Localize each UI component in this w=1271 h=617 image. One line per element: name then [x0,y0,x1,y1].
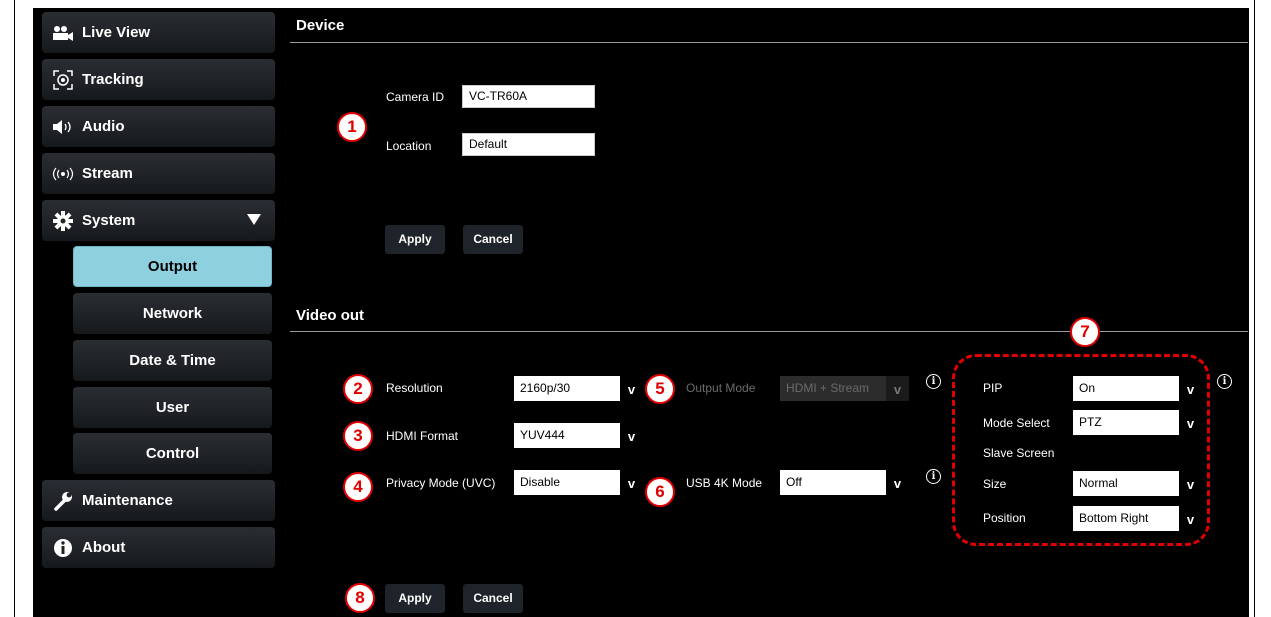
callout-marker-5: 5 [645,374,675,404]
stream-icon [52,164,74,184]
usb-4k-mode-label: USB 4K Mode [686,476,763,490]
sidebar-item-audio[interactable]: Audio [42,106,275,147]
device-cancel-button[interactable]: Cancel [463,225,523,254]
pip-info-icon[interactable]: i [1217,374,1232,389]
sidebar-subitem-network[interactable]: Network [73,293,272,334]
hdmi-format-value: YUV444 [520,428,565,442]
section-divider [290,42,1248,43]
wrench-icon [52,491,74,511]
gear-icon [52,210,74,231]
speaker-icon [52,117,74,137]
page-border-left [14,0,15,617]
camera-icon [52,23,74,43]
sidebar-subitem-output[interactable]: Output [73,246,272,287]
chevron-down-icon[interactable]: v [886,470,909,495]
sidebar-item-tracking[interactable]: Tracking [42,59,275,100]
resolution-value: 2160p/30 [520,381,571,395]
camera-id-input[interactable]: VC-TR60A [462,85,595,108]
device-apply-button[interactable]: Apply [385,225,445,254]
sidebar-item-label: Live View [82,24,151,41]
expand-caret-icon [247,214,261,225]
info-icon [52,538,74,558]
sidebar-subitem-label: Output [147,258,198,275]
hdmi-format-select[interactable]: YUV444 v [514,423,643,448]
sidebar-subitem-control[interactable]: Control [73,433,272,474]
sidebar-subitem-user[interactable]: User [73,387,272,428]
output-mode-info-icon[interactable]: i [926,374,941,389]
location-input[interactable]: Default [462,133,595,156]
sidebar-item-label: About [82,539,126,556]
sidebar-item-label: Maintenance [82,492,173,509]
callout-marker-4: 4 [343,472,373,502]
callout-marker-2: 2 [343,374,373,404]
sidebar-subitem-label: User [155,399,190,416]
sidebar-item-stream[interactable]: Stream [42,153,275,194]
resolution-label: Resolution [386,381,443,395]
sidebar-subitem-label: Network [142,305,203,322]
sidebar-subitem-label: Date & Time [129,352,216,369]
chevron-down-icon: v [886,376,909,401]
callout-marker-8: 8 [345,583,375,613]
hdmi-format-label: HDMI Format [386,429,458,443]
sidebar-item-about[interactable]: About [42,527,275,568]
usb-4k-mode-value: Off [786,475,802,489]
video-out-apply-button[interactable]: Apply [385,584,445,613]
section-title-video-out: Video out [296,307,365,324]
sidebar-subitem-date-time[interactable]: Date & Time [73,340,272,381]
sidebar-item-maintenance[interactable]: Maintenance [42,480,275,521]
tracking-icon [52,69,74,90]
sidebar-item-label: Audio [82,118,125,135]
sidebar-item-live-view[interactable]: Live View [42,12,275,53]
video-out-cancel-button[interactable]: Cancel [463,584,523,613]
section-title-device: Device [296,17,345,34]
page-border-right [1254,0,1255,617]
callout-marker-7: 7 [1070,317,1100,347]
chevron-down-icon[interactable]: v [620,423,643,448]
pip-group-highlight [952,354,1210,546]
privacy-mode-label: Privacy Mode (UVC) [386,476,496,490]
chevron-down-icon[interactable]: v [620,470,643,495]
privacy-mode-value: Disable [520,475,561,489]
callout-marker-6: 6 [645,477,675,507]
usb-4k-mode-info-icon[interactable]: i [926,469,941,484]
privacy-mode-select[interactable]: Disable v [514,470,643,495]
sidebar-item-label: System [82,212,136,229]
output-mode-value: HDMI + Stream [786,381,870,395]
resolution-select[interactable]: 2160p/30 v [514,376,643,401]
usb-4k-mode-select[interactable]: Off v [780,470,909,495]
section-divider [290,331,1248,332]
output-mode-label: Output Mode [686,381,756,395]
sidebar-item-system[interactable]: System [42,200,275,241]
sidebar-subitem-label: Control [145,445,200,462]
sidebar-item-label: Stream [82,165,133,182]
output-mode-select: HDMI + Stream v [780,376,909,401]
location-label: Location [386,139,432,153]
chevron-down-icon[interactable]: v [620,376,643,401]
camera-id-label: Camera ID [386,90,445,104]
callout-marker-3: 3 [343,421,373,451]
callout-marker-1: 1 [337,112,367,142]
sidebar-item-label: Tracking [82,71,144,88]
